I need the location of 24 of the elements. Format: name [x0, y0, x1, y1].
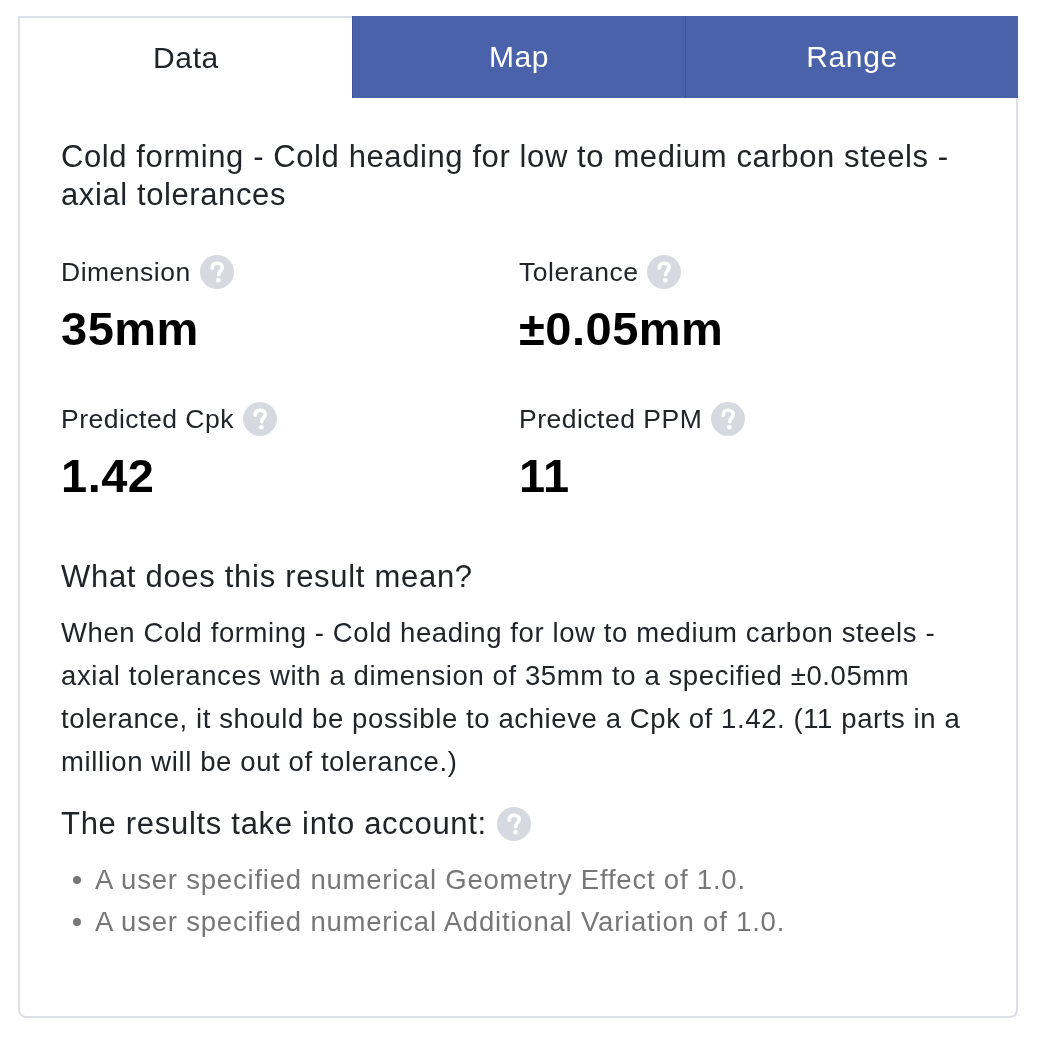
help-icon[interactable]	[242, 402, 277, 436]
factor-item: A user specified numerical Geometry Effect of 1.0.	[95, 864, 746, 896]
metric-label: Tolerance	[519, 256, 639, 288]
process-title: Cold forming - Cold heading for low to medium carbon steels - axial tolerances	[61, 138, 950, 214]
section-heading: The results take into account:	[61, 806, 487, 842]
factor-item: A user specified numerical Additional Variation of 1.0.	[95, 906, 786, 938]
metric-value: 11	[519, 451, 571, 501]
help-icon[interactable]	[647, 255, 682, 289]
metric-value: 35mm	[61, 304, 200, 354]
metric-label: Dimension	[61, 256, 191, 288]
tab[interactable]: Range	[685, 16, 1018, 98]
help-icon[interactable]	[199, 255, 234, 289]
tab[interactable]: Map	[352, 16, 685, 98]
section-heading: What does this result mean?	[61, 559, 474, 595]
help-icon[interactable]	[711, 402, 746, 436]
metric-label: Predicted Cpk	[61, 403, 234, 435]
metric-value: 1.42	[61, 451, 156, 501]
help-icon[interactable]	[496, 807, 531, 841]
metric-label: Predicted PPM	[519, 403, 703, 435]
metric-value: ±0.05mm	[519, 304, 725, 354]
explanation-paragraph: When Cold forming - Cold heading for low to medium carbon steels - axial tolerances with a dimension of 35mm to a specified ±0.05mm tolerance, it should be possible to achieve a Cpk of 1.42. (11 parts in a million will be out of tolerance.)	[61, 616, 962, 779]
tab[interactable]: Data	[18, 16, 352, 98]
bullet-icon	[73, 876, 81, 884]
bullet-icon	[73, 918, 81, 926]
